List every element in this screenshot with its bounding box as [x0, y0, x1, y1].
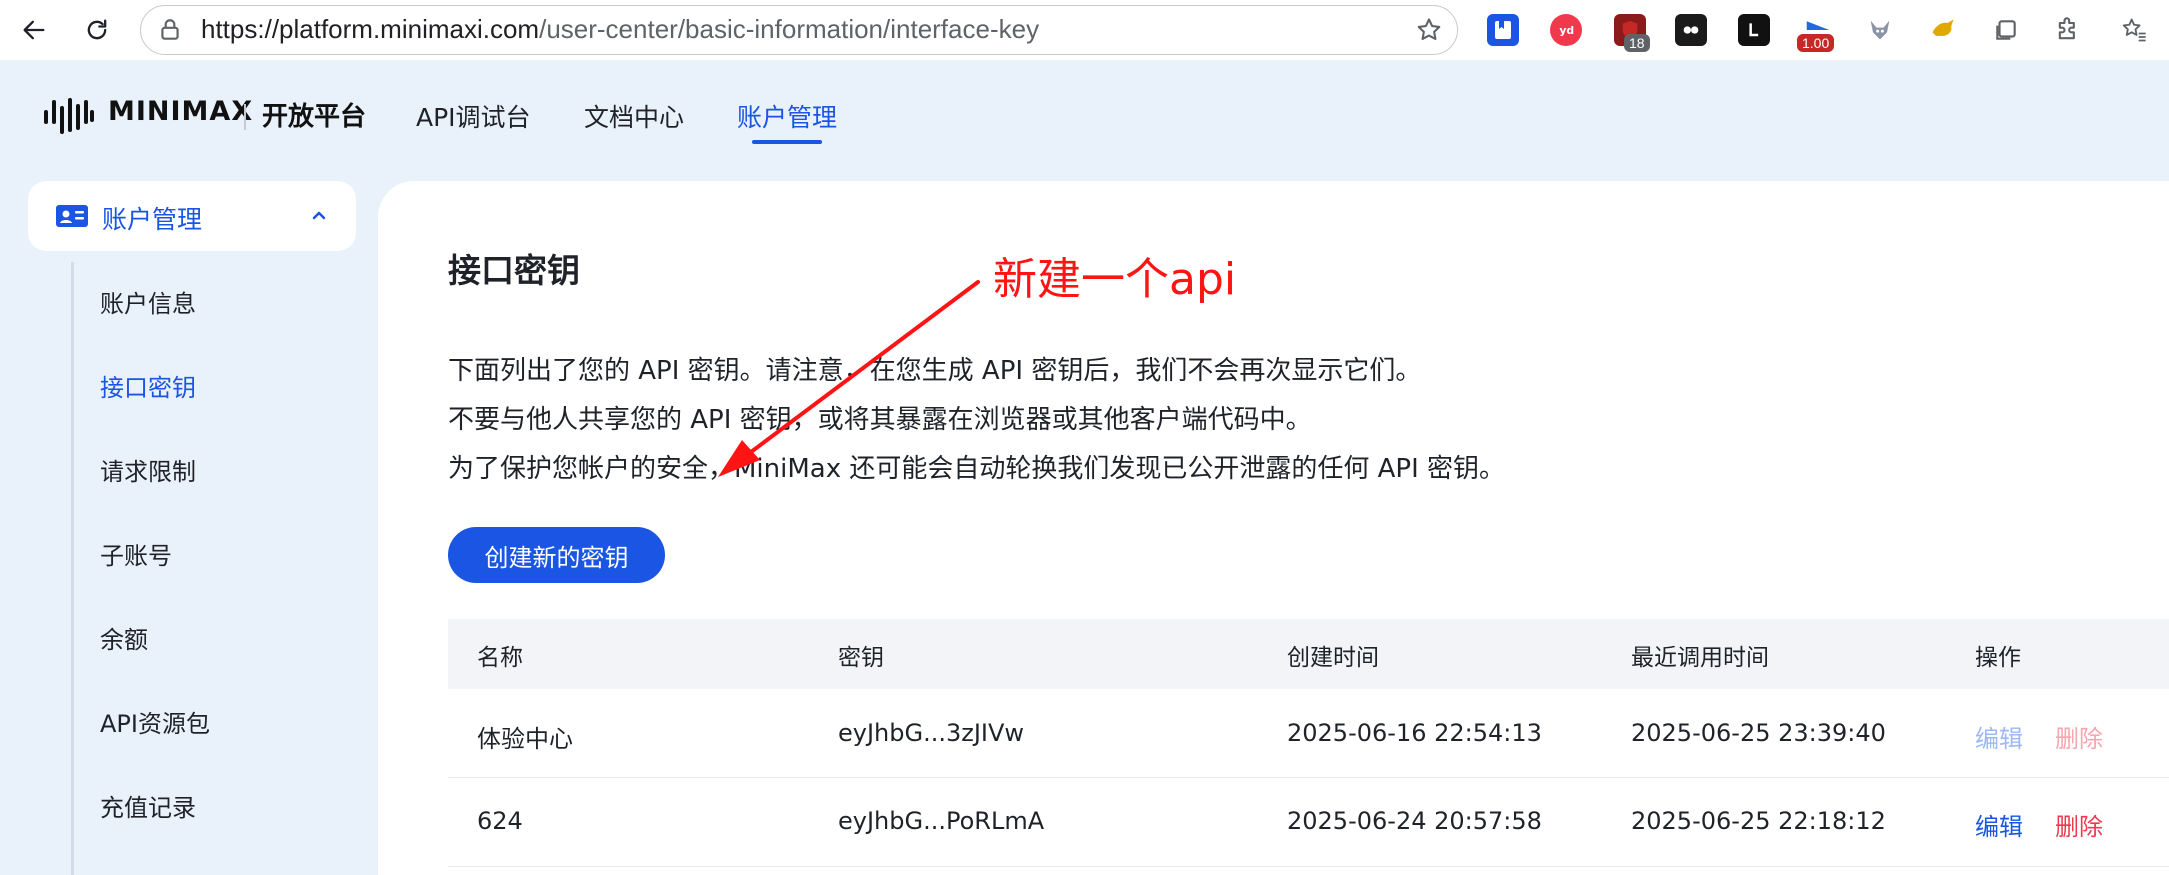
favorites-icon[interactable] — [2118, 14, 2150, 46]
sidebar-item-interface-key[interactable]: 接口密钥 — [100, 368, 196, 403]
logo-divider — [244, 104, 246, 130]
ublock-badge: 18 — [1624, 34, 1650, 52]
svg-text:yd: yd — [1559, 24, 1574, 37]
edit-button[interactable]: 编辑 — [1975, 807, 2023, 842]
url-text: https://platform.minimaxi.com/user-cente… — [201, 14, 1040, 44]
column-header-name: 名称 — [477, 645, 523, 671]
nav-account-management[interactable]: 账户管理 — [737, 98, 837, 134]
sidebar-item-balance[interactable]: 余额 — [100, 620, 148, 655]
table-cell-last-used: 2025-06-25 22:18:12 — [1631, 807, 1886, 835]
table-cell-key: eyJhbG...PoRLmA — [838, 807, 1045, 835]
row-divider — [448, 777, 2169, 778]
address-bar[interactable]: https://platform.minimaxi.com/user-cente… — [140, 5, 1458, 55]
table-cell-name: 体验中心 — [477, 725, 573, 753]
site-info-icon[interactable] — [157, 17, 183, 43]
extensions-puzzle-icon[interactable] — [2052, 14, 2084, 46]
sidebar-tree-line — [71, 262, 74, 875]
annotation-label: 新建一个api — [993, 254, 1237, 305]
edit-button-disabled: 编辑 — [1975, 725, 2023, 753]
description-line-2: 不要与他人共享您的 API 密钥，或将其暴露在浏览器或其他客户端代码中。 — [448, 405, 1312, 435]
reload-icon — [87, 19, 107, 40]
platform-title[interactable]: 开放平台 — [262, 96, 366, 133]
table-cell-last-used: 2025-06-25 23:39:40 — [1631, 719, 1886, 747]
id-card-icon — [56, 205, 88, 227]
row-divider — [448, 866, 2169, 867]
column-header-created: 创建时间 — [1287, 645, 1379, 671]
bookmark-manager-icon[interactable] — [1487, 14, 1519, 46]
description-line-1: 下面列出了您的 API 密钥。请注意，在您生成 API 密钥后，我们不会再次显示… — [448, 356, 1422, 386]
table-cell-key: eyJhbG...3zJIVw — [838, 719, 1025, 747]
tampermonkey-icon[interactable] — [1927, 14, 1959, 46]
table-cell-created: 2025-06-24 20:57:58 — [1287, 807, 1542, 835]
sidebar-item-recharge-records[interactable]: 充值记录 — [100, 788, 196, 823]
fox-icon[interactable] — [1864, 14, 1896, 46]
sidebar-item-request-limit[interactable]: 请求限制 — [100, 452, 196, 487]
description-line-3: 为了保护您帐户的安全，MiniMax 还可能会自动轮换我们发现已公开泄露的任何 … — [448, 454, 1506, 484]
delete-button[interactable]: 删除 — [2055, 807, 2103, 842]
l-extension-icon[interactable] — [1738, 14, 1770, 46]
active-nav-underline — [752, 140, 822, 144]
table-cell-name: 624 — [477, 807, 523, 835]
speed-badge: 1.00 — [1797, 34, 1835, 52]
cat-mask-icon[interactable] — [1675, 14, 1707, 46]
chevron-up-icon[interactable] — [310, 206, 328, 224]
delete-button-disabled: 删除 — [2055, 725, 2103, 753]
nav-api-console[interactable]: API调试台 — [416, 98, 531, 134]
nav-docs-center[interactable]: 文档中心 — [584, 98, 684, 134]
sidebar-group-label: 账户管理 — [102, 205, 203, 234]
page-title: 接口密钥 — [448, 251, 580, 290]
logo-text[interactable]: MINIMAX — [108, 96, 253, 127]
column-header-key: 密钥 — [838, 645, 884, 671]
create-new-key-button[interactable]: 创建新的密钥 — [448, 527, 665, 583]
back-arrow-icon — [23, 20, 45, 40]
column-header-actions: 操作 — [1975, 645, 2021, 671]
column-header-last-used: 最近调用时间 — [1631, 645, 1769, 671]
sidebar-item-account-info[interactable]: 账户信息 — [100, 284, 196, 319]
sidebar-item-sub-account[interactable]: 子账号 — [100, 536, 172, 571]
youdao-icon[interactable]: yd — [1550, 14, 1582, 46]
reload-button[interactable] — [75, 8, 119, 52]
tab-manager-icon[interactable] — [1990, 14, 2022, 46]
table-cell-created: 2025-06-16 22:54:13 — [1287, 719, 1542, 747]
back-button[interactable] — [12, 8, 56, 52]
sidebar-item-api-package[interactable]: API资源包 — [100, 704, 210, 739]
minimax-logo-icon — [44, 98, 94, 134]
browser-toolbar: https://platform.minimaxi.com/user-cente… — [0, 0, 2169, 60]
bookmark-star-icon[interactable] — [1415, 16, 1443, 44]
